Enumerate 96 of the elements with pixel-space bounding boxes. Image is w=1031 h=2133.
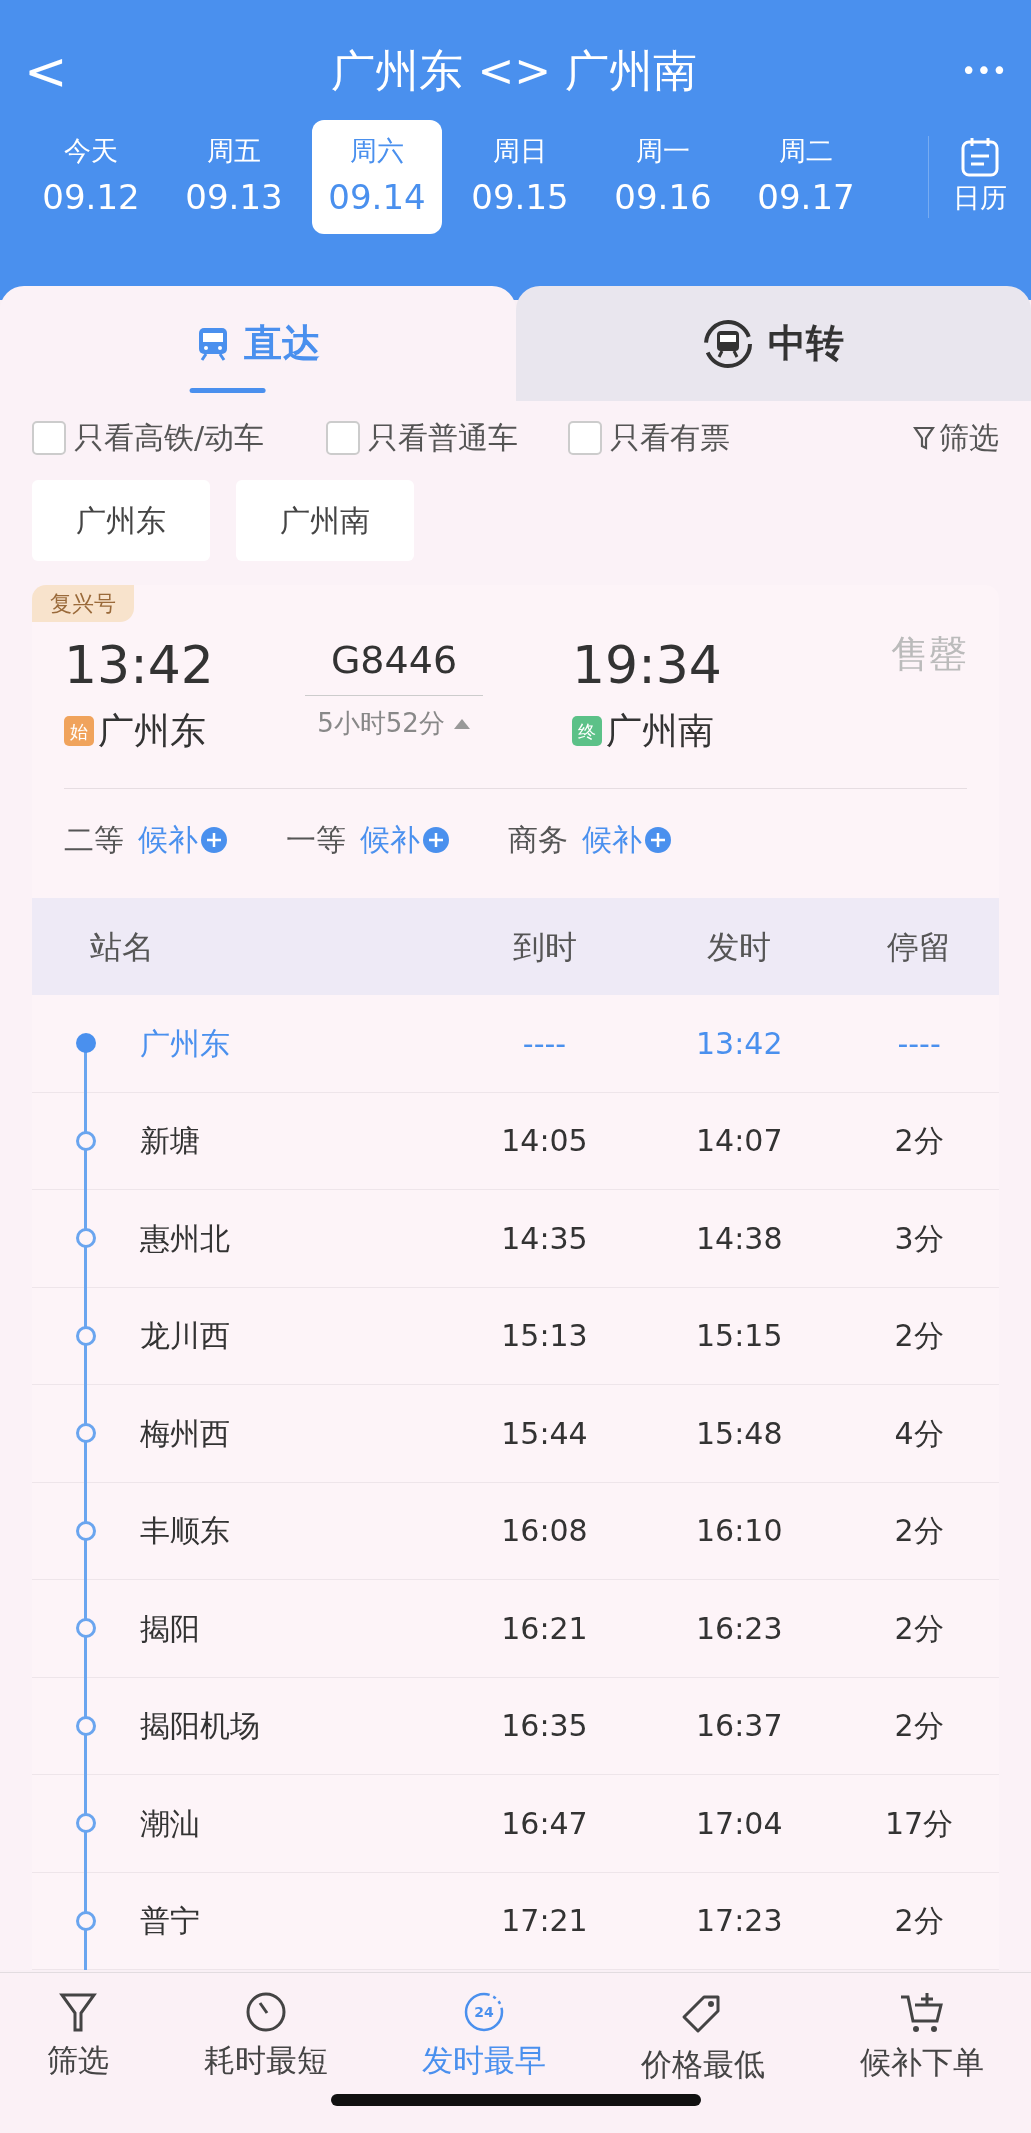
duration-toggle[interactable]: 5小时52分 [317, 704, 471, 743]
mode-tab[interactable]: 中转 [515, 286, 1031, 401]
stay-cell-text: 4分 [893, 1414, 945, 1453]
triangle-up-icon [452, 717, 471, 730]
filter-icon [913, 424, 935, 451]
stay-cell-text: 2分 [893, 1609, 945, 1648]
seat-class: 商务 [508, 821, 568, 859]
departure-cell-text: 17:04 [695, 1804, 784, 1843]
stay-cell-text: 17分 [884, 1804, 955, 1843]
start-tag: 始 [64, 716, 94, 746]
departure-cell-text: 16:23 [695, 1609, 784, 1648]
calendar-label[interactable]: 日历 [953, 177, 1007, 219]
sort-tab[interactable]: 耗时最短 [203, 1991, 328, 2084]
clock-icon: 24 [463, 1991, 506, 2033]
column-header: 停留 [886, 926, 953, 968]
calendar-icon[interactable] [960, 135, 1000, 178]
stay-cell-text: 2分 [893, 1512, 945, 1551]
column-header: 发时 [706, 926, 773, 968]
departure-cell-text: 17:23 [695, 1902, 784, 1941]
departure-cell-text: 15:48 [695, 1414, 784, 1453]
arrival-station: 广州南 [606, 709, 714, 753]
stay-cell-text: 2分 [893, 1707, 945, 1746]
checkbox[interactable] [326, 420, 361, 455]
arrival-cell-text: 14:05 [500, 1122, 589, 1161]
cart-icon [898, 1991, 945, 2035]
date-tab[interactable]: 周二 09.17 [741, 120, 871, 234]
departure-time: 13:42 [64, 634, 215, 697]
ticket-status: 售罄 [891, 631, 967, 678]
waitlist-button[interactable]: 候补 [138, 817, 228, 862]
column-header: 到时 [511, 926, 578, 968]
column-header: 站名 [90, 926, 155, 968]
arrival-cell-text: 16:08 [500, 1512, 589, 1551]
station-name: 揭阳 [139, 1609, 201, 1648]
departure-cell-text: 13:42 [695, 1024, 784, 1063]
station-chip[interactable]: 广州南 [236, 480, 414, 561]
page-title: 广州东 <> 广州南 [331, 44, 698, 98]
arrival-cell-text: 14:35 [500, 1219, 589, 1258]
arrival-cell-text: 16:35 [500, 1707, 589, 1746]
stay-cell-text: 3分 [893, 1219, 945, 1258]
end-tag: 终 [572, 716, 602, 746]
filter-label: 只看普通车 [368, 419, 519, 457]
seat-class: 一等 [286, 821, 346, 859]
departure-cell-text: 14:38 [695, 1219, 784, 1258]
filter-label: 只看高铁/动车 [74, 419, 265, 457]
station-name: 梅州西 [139, 1414, 231, 1453]
arrival-cell-text: 15:44 [500, 1414, 589, 1453]
plus-icon [422, 825, 450, 854]
checkbox[interactable] [32, 420, 66, 455]
waitlist-button[interactable]: 候补 [582, 817, 672, 862]
train-type-badge: 复兴号 [32, 585, 134, 622]
date-tab[interactable]: 周六 09.14 [312, 120, 442, 234]
station-name: 揭阳机场 [139, 1707, 261, 1746]
stay-cell-text: 2分 [893, 1902, 945, 1941]
station-name: 龙川西 [139, 1317, 231, 1356]
arrival-cell-text: 17:21 [500, 1902, 589, 1941]
date-tab[interactable]: 周日 09.15 [455, 120, 585, 234]
sort-tab[interactable]: 24 发时最早 [422, 1991, 547, 2084]
station-name: 惠州北 [139, 1219, 231, 1258]
more-button[interactable]: ••• [961, 51, 1007, 91]
stay-cell-text: 2分 [893, 1317, 945, 1356]
plus-icon [200, 825, 228, 854]
arrival-cell-text: 16:21 [500, 1609, 589, 1648]
waitlist-button[interactable]: 候补 [360, 817, 450, 862]
station-name: 普宁 [139, 1902, 201, 1941]
arrival-cell-text: ---- [521, 1024, 568, 1063]
sort-tab[interactable]: 筛选 [47, 1991, 110, 2084]
station-name: 丰顺东 [139, 1512, 231, 1551]
station-name: 广州东 [139, 1024, 231, 1063]
departure-station: 广州东 [98, 709, 206, 753]
departure-cell-text: 16:37 [695, 1707, 784, 1746]
sort-tab[interactable]: 候补下单 [859, 1991, 984, 2086]
station-name: 潮汕 [139, 1804, 201, 1843]
date-tab[interactable]: 周五 09.13 [169, 120, 299, 234]
arrival-time: 19:34 [572, 634, 722, 697]
timer-icon [244, 1991, 287, 2033]
train-number: G8446 [304, 632, 484, 696]
arrival-cell-text: 15:13 [500, 1317, 589, 1356]
date-tab[interactable]: 周一 09.16 [598, 120, 728, 234]
seat-class: 二等 [64, 821, 124, 859]
date-tab[interactable]: 今天 09.12 [26, 120, 156, 234]
departure-cell-text: 14:07 [695, 1122, 784, 1161]
departure-cell-text: 15:15 [695, 1317, 784, 1356]
filter-label: 只看有票 [610, 419, 731, 457]
train-transfer-icon [702, 317, 755, 370]
station-name: 新塘 [139, 1122, 201, 1161]
back-button[interactable]: < [24, 45, 68, 97]
filter-icon [58, 1991, 99, 2033]
departure-cell-text: 16:10 [695, 1512, 784, 1551]
sort-tab[interactable]: 价格最低 [641, 1991, 766, 2088]
filter-button[interactable]: 筛选 [913, 415, 999, 460]
stay-cell-text: 2分 [893, 1122, 945, 1161]
plus-icon [644, 825, 672, 854]
arrival-cell-text: 16:47 [500, 1804, 589, 1843]
station-chip[interactable]: 广州东 [32, 480, 210, 561]
checkbox[interactable] [568, 420, 603, 455]
stay-cell-text: ---- [896, 1024, 942, 1063]
